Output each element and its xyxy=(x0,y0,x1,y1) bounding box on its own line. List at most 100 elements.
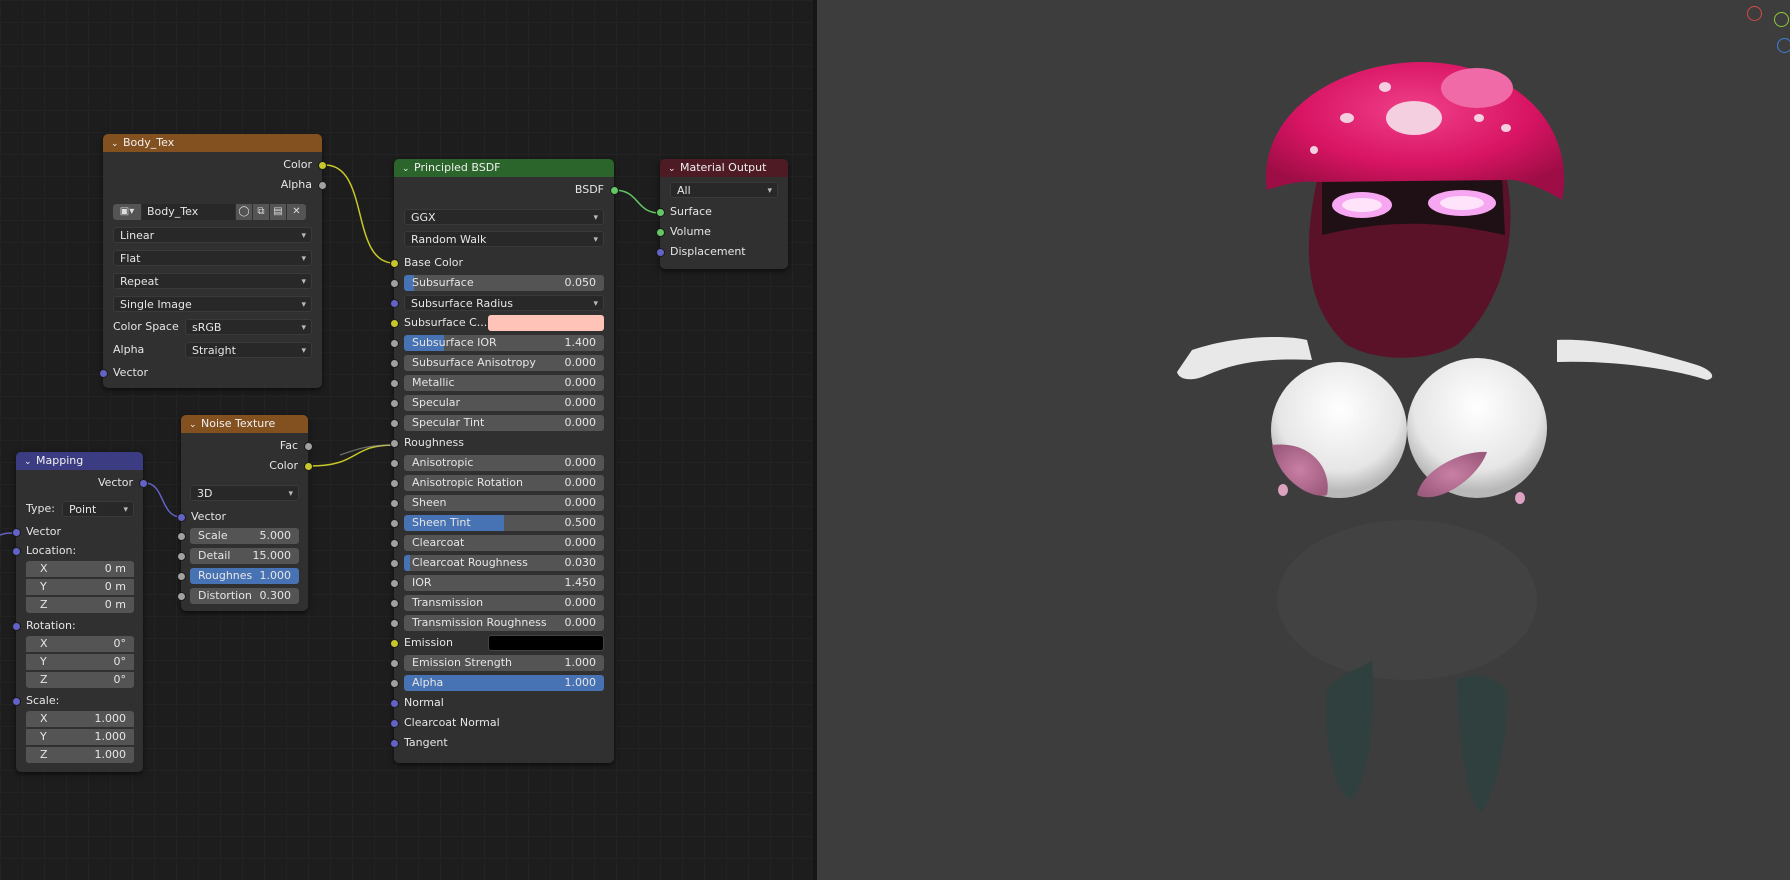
gizmo-z-axis-icon[interactable] xyxy=(1777,38,1790,53)
socket-subsurface-anisotropy-in[interactable] xyxy=(390,359,399,368)
socket-detail-in[interactable] xyxy=(177,552,186,561)
alpha-mode-dropdown[interactable]: Straight xyxy=(185,342,312,359)
type-dropdown[interactable]: Point xyxy=(62,501,134,518)
socket-anisotropic-rotation-in[interactable] xyxy=(390,479,399,488)
bsdf-subsurface-field[interactable]: Subsurface 0.050 xyxy=(404,275,604,291)
dimensions-dropdown[interactable]: 3D xyxy=(190,485,299,502)
open-folder-icon[interactable]: ▤ xyxy=(270,204,286,220)
scale-y-field[interactable]: Y 1.000 xyxy=(26,729,134,745)
socket-surface-in[interactable] xyxy=(656,208,665,217)
collapse-chevron-icon[interactable]: ⌄ xyxy=(111,135,123,153)
socket-roughness-in[interactable] xyxy=(390,439,399,448)
bsdf-sheen-field[interactable]: Sheen 0.000 xyxy=(404,495,604,511)
socket-vector-in[interactable] xyxy=(12,528,21,537)
noise-texture-header[interactable]: ⌄ Noise Texture xyxy=(181,415,308,433)
subsurface-color-swatch[interactable] xyxy=(488,315,604,331)
3d-viewport[interactable] xyxy=(817,0,1790,880)
interpolation-dropdown[interactable]: Linear xyxy=(113,227,312,244)
socket-fac-out[interactable] xyxy=(304,442,313,451)
socket-displacement-in[interactable] xyxy=(656,248,665,257)
socket-sheen-tint-in[interactable] xyxy=(390,519,399,528)
socket-roughnes-in[interactable] xyxy=(177,572,186,581)
socket-color-out[interactable] xyxy=(318,161,327,170)
target-dropdown[interactable]: All xyxy=(670,182,778,199)
socket-subsurface-ior-in[interactable] xyxy=(390,339,399,348)
unlink-close-icon[interactable]: ✕ xyxy=(287,204,306,220)
source-dropdown[interactable]: Single Image xyxy=(113,296,312,313)
extension-dropdown[interactable]: Repeat xyxy=(113,273,312,290)
socket-vector-in[interactable] xyxy=(177,513,186,522)
shader-node-editor[interactable]: ⌄ Body_Tex Color Alpha ▣▾ Body_Tex ◯ ⧉ ▤ … xyxy=(0,0,813,880)
fake-user-shield-icon[interactable]: ◯ xyxy=(236,204,252,220)
socket-volume-in[interactable] xyxy=(656,228,665,237)
socket-clearcoat-normal-in[interactable] xyxy=(390,719,399,728)
mapping-header[interactable]: ⌄ Mapping xyxy=(16,452,143,470)
image-selector[interactable]: ▣▾ Body_Tex ◯ ⧉ ▤ ✕ xyxy=(113,204,313,220)
socket-clearcoat-roughness-in[interactable] xyxy=(390,559,399,568)
bsdf-metallic-field[interactable]: Metallic 0.000 xyxy=(404,375,604,391)
rotation-x-field[interactable]: X 0° xyxy=(26,636,134,652)
socket-distortion-in[interactable] xyxy=(177,592,186,601)
location-x-field[interactable]: X 0 m xyxy=(26,561,134,577)
bsdf-emission-strength-field[interactable]: Emission Strength 1.000 xyxy=(404,655,604,671)
scale-z-field[interactable]: Z 1.000 xyxy=(26,747,134,763)
bsdf-transmission-field[interactable]: Transmission 0.000 xyxy=(404,595,604,611)
bsdf-specular-field[interactable]: Specular 0.000 xyxy=(404,395,604,411)
rotation-y-field[interactable]: Y 0° xyxy=(26,654,134,670)
socket-base-color-in[interactable] xyxy=(390,259,399,268)
socket-transmission-roughness-in[interactable] xyxy=(390,619,399,628)
socket-specular-in[interactable] xyxy=(390,399,399,408)
bsdf-transmission-roughness-field[interactable]: Transmission Roughness 0.000 xyxy=(404,615,604,631)
bsdf-subsurface-ior-field[interactable]: Subsurface IOR 1.400 xyxy=(404,335,604,351)
socket-vector-out[interactable] xyxy=(139,479,148,488)
material-output-header[interactable]: ⌄ Material Output xyxy=(660,159,788,177)
gizmo-x-axis-icon[interactable] xyxy=(1747,6,1762,21)
noise-field-scale[interactable]: Scale 5.000 xyxy=(190,528,299,544)
bsdf-sheen-tint-field[interactable]: Sheen Tint 0.500 xyxy=(404,515,604,531)
socket-transmission-in[interactable] xyxy=(390,599,399,608)
image-texture-header[interactable]: ⌄ Body_Tex xyxy=(103,134,322,152)
noise-field-distortion[interactable]: Distortion 0.300 xyxy=(190,588,299,604)
socket-rotation-in[interactable] xyxy=(12,622,21,631)
principled-bsdf-node[interactable]: ⌄Principled BSDF BSDF GGX Random Walk Ba… xyxy=(390,159,619,763)
rotation-z-field[interactable]: Z 0° xyxy=(26,672,134,688)
subsurface-method-dropdown[interactable]: Random Walk xyxy=(404,231,604,248)
projection-dropdown[interactable]: Flat xyxy=(113,250,312,267)
collapse-chevron-icon[interactable]: ⌄ xyxy=(24,453,36,471)
material-output-node[interactable]: ⌄Material Output All Surface Volume Disp… xyxy=(656,159,788,269)
collapse-chevron-icon[interactable]: ⌄ xyxy=(668,160,680,178)
bsdf-subsurface-anisotropy-field[interactable]: Subsurface Anisotropy 0.000 xyxy=(404,355,604,371)
socket-emission-strength-in[interactable] xyxy=(390,659,399,668)
socket-tangent-in[interactable] xyxy=(390,739,399,748)
scale-x-field[interactable]: X 1.000 xyxy=(26,711,134,727)
bsdf-alpha-field[interactable]: Alpha 1.000 xyxy=(404,675,604,691)
distribution-dropdown[interactable]: GGX xyxy=(404,209,604,226)
socket-subsurface-in[interactable] xyxy=(390,279,399,288)
image-name-field[interactable]: Body_Tex xyxy=(142,204,235,220)
duplicate-icon[interactable]: ⧉ xyxy=(253,204,269,220)
color-space-dropdown[interactable]: sRGB xyxy=(185,319,312,336)
bsdf-anisotropic-rotation-field[interactable]: Anisotropic Rotation 0.000 xyxy=(404,475,604,491)
socket-anisotropic-in[interactable] xyxy=(390,459,399,468)
socket-vector-in[interactable] xyxy=(99,369,108,378)
noise-field-roughnes[interactable]: Roughnes 1.000 xyxy=(190,568,299,584)
socket-normal-in[interactable] xyxy=(390,699,399,708)
collapse-chevron-icon[interactable]: ⌄ xyxy=(402,160,414,178)
socket-scale-in[interactable] xyxy=(177,532,186,541)
socket-alpha-out[interactable] xyxy=(318,181,327,190)
socket-alpha-in[interactable] xyxy=(390,679,399,688)
socket-specular-tint-in[interactable] xyxy=(390,419,399,428)
subsurface-radius-dropdown[interactable]: Subsurface Radius xyxy=(404,295,604,312)
bsdf-clearcoat-field[interactable]: Clearcoat 0.000 xyxy=(404,535,604,551)
emission-color-swatch[interactable] xyxy=(488,635,604,651)
socket-subsurface-color-in[interactable] xyxy=(390,319,399,328)
image-browse-icon[interactable]: ▣▾ xyxy=(113,204,141,220)
socket-subsurface-radius-in[interactable] xyxy=(390,299,399,308)
socket-bsdf-out[interactable] xyxy=(610,186,619,195)
socket-ior-in[interactable] xyxy=(390,579,399,588)
mapping-node[interactable]: ⌄Mapping Vector Type: Point Vector Locat… xyxy=(12,452,148,772)
gizmo-y-axis-icon[interactable] xyxy=(1774,12,1789,27)
socket-emission-in[interactable] xyxy=(390,639,399,648)
collapse-chevron-icon[interactable]: ⌄ xyxy=(189,416,201,434)
socket-metallic-in[interactable] xyxy=(390,379,399,388)
